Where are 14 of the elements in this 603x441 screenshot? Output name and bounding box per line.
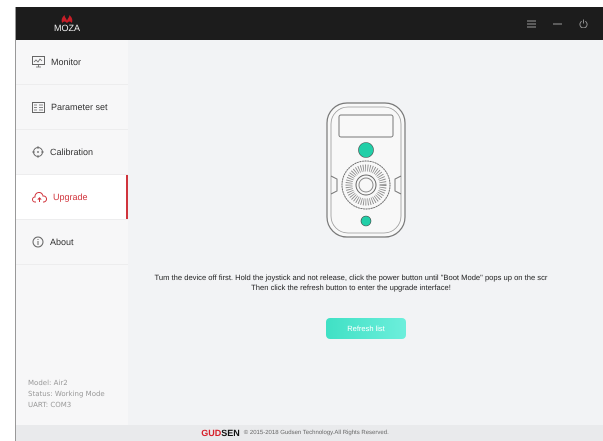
nav-item[interactable]: Monitor: [16, 40, 128, 85]
power-icon[interactable]: [579, 19, 588, 28]
minimize-icon[interactable]: [553, 22, 562, 24]
nav-item[interactable]: About: [16, 220, 128, 265]
nav-item[interactable]: Upgrade: [16, 175, 128, 220]
menu-icon[interactable]: [527, 20, 536, 28]
footer-logo: GUDSEN: [201, 428, 240, 438]
info-icon: [32, 236, 44, 248]
list-panel-icon: [32, 102, 45, 112]
cloud-upload-icon: [32, 192, 47, 202]
app-logo: MOZA: [54, 14, 80, 33]
monitor-icon: [32, 56, 45, 68]
crosshair-icon: [32, 146, 44, 158]
nav-item[interactable]: Parameter set: [16, 85, 128, 130]
